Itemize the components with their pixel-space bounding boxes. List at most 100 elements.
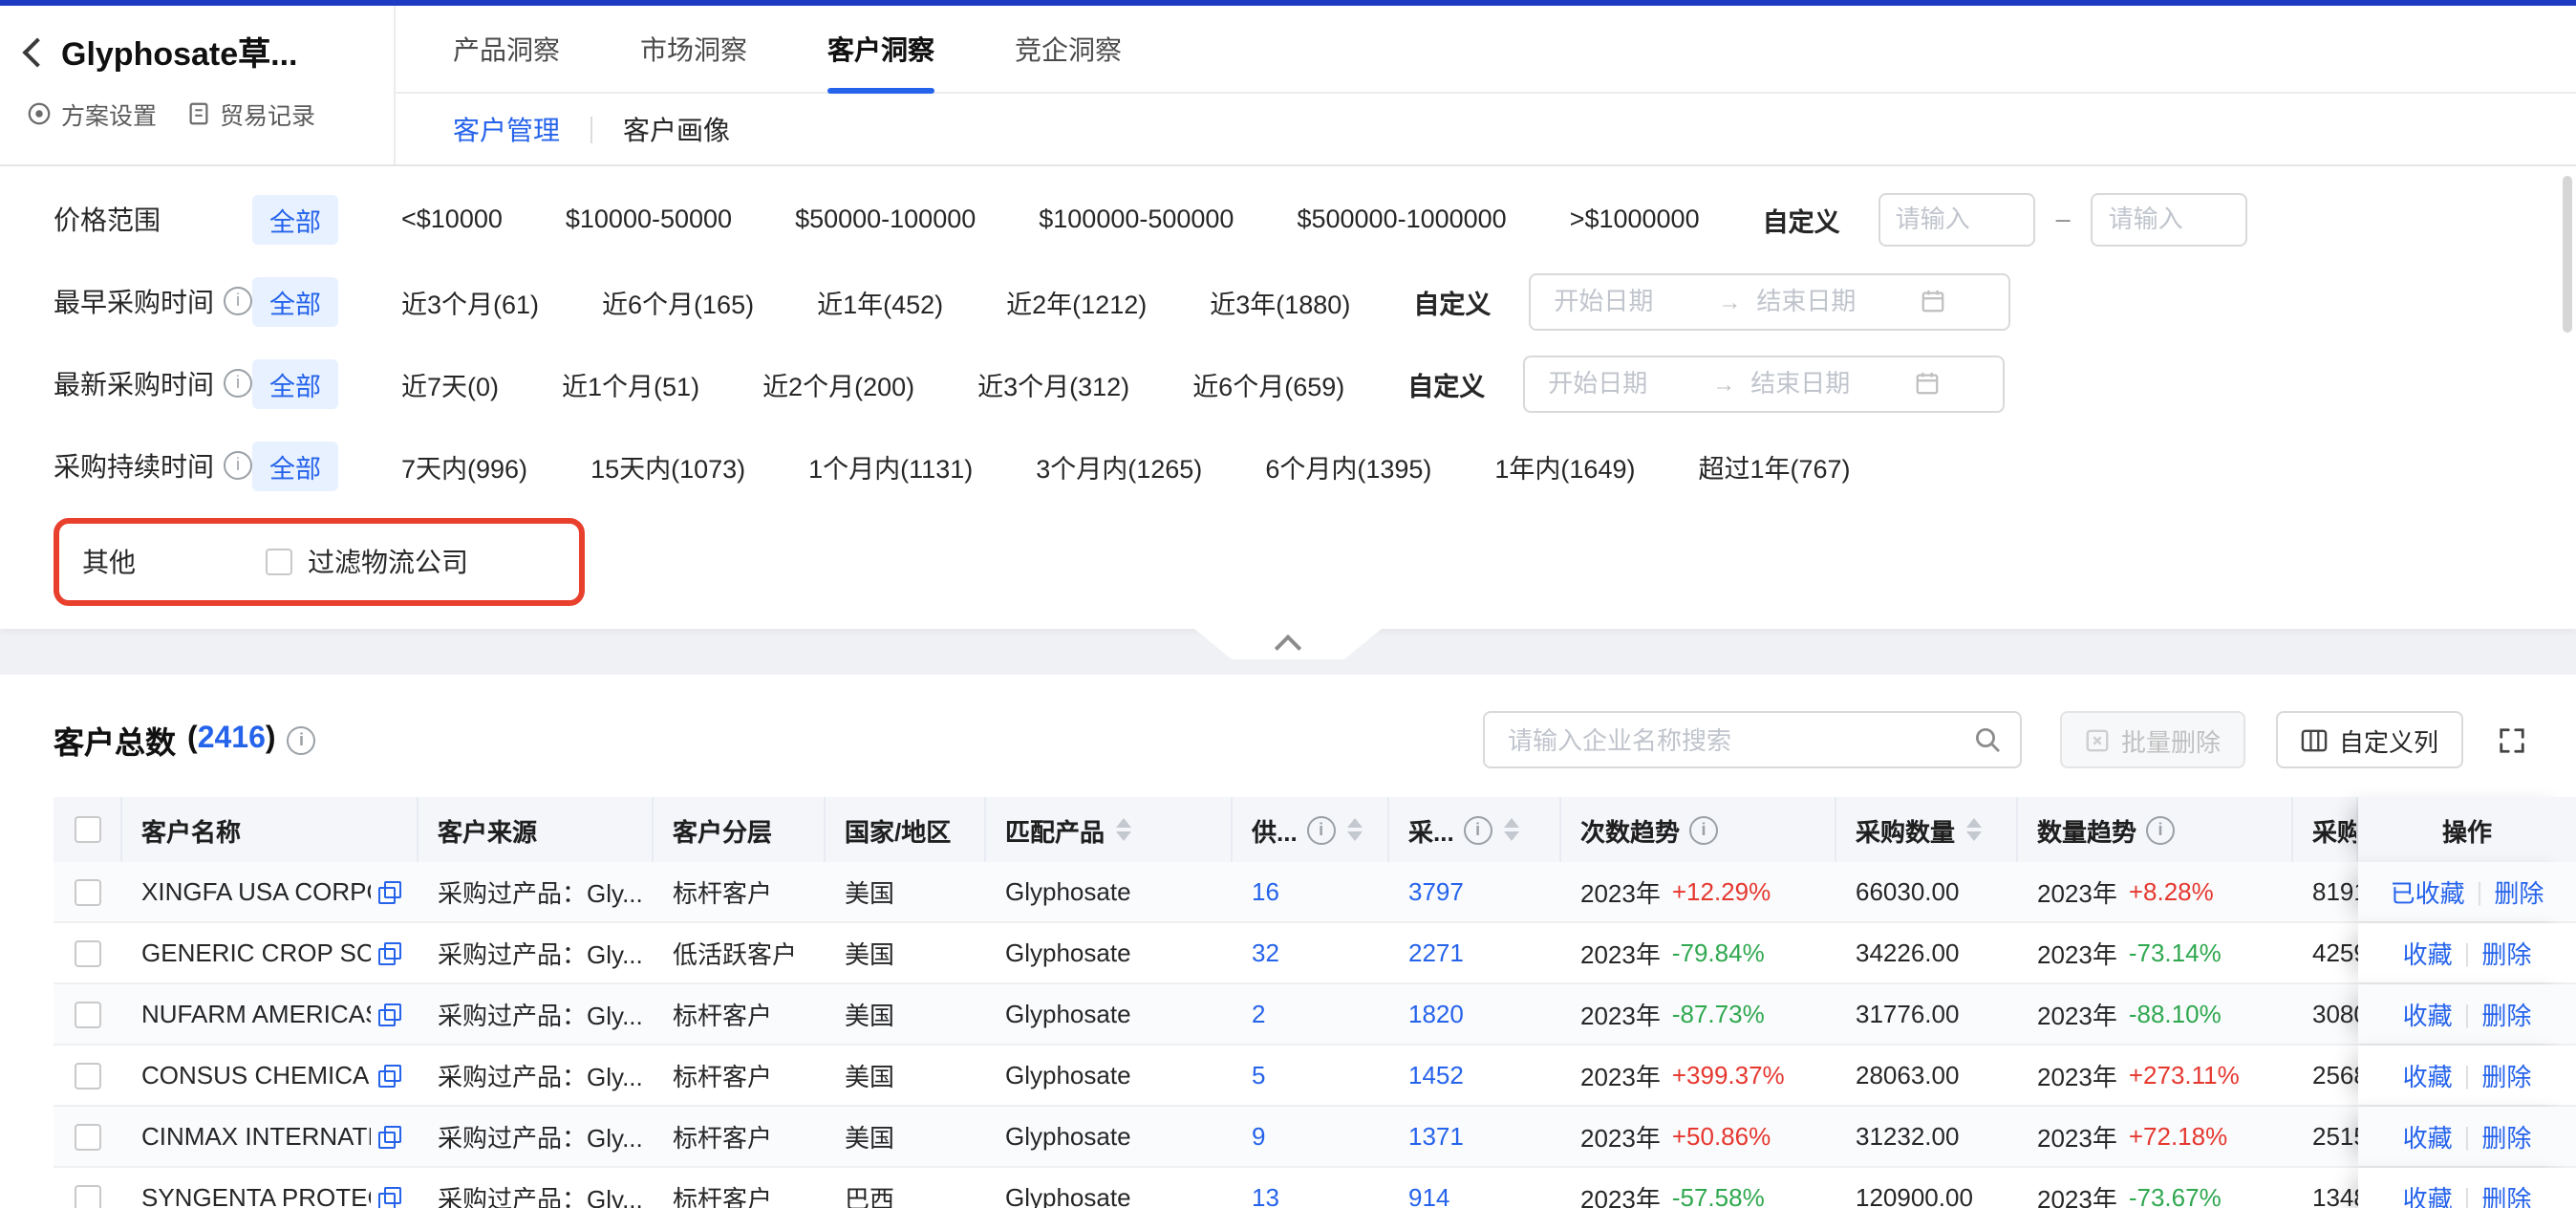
earliest-custom-label[interactable]: 自定义 xyxy=(1413,282,1491,320)
col-header-matched-product[interactable]: 匹配产品 xyxy=(986,797,1233,862)
delete-link[interactable]: 删除 xyxy=(2481,935,2531,971)
sort-icon[interactable] xyxy=(1966,818,1982,841)
sort-icon[interactable] xyxy=(1504,818,1519,841)
suppliers-count-link[interactable]: 32 xyxy=(1252,938,1279,967)
duration-option[interactable]: 15天内(1073) xyxy=(590,446,745,485)
earliest-option[interactable]: 近3个月(61) xyxy=(401,282,539,320)
latest-option[interactable]: 近6个月(659) xyxy=(1192,364,1344,402)
customer-name[interactable]: GENERIC CROP SCI xyxy=(141,938,371,967)
favorite-link[interactable]: 收藏 xyxy=(2403,935,2453,971)
info-icon[interactable] xyxy=(224,287,252,315)
latest-option[interactable]: 近1个月(51) xyxy=(562,364,699,402)
price-option[interactable]: <$10000 xyxy=(401,205,503,233)
earliest-option[interactable]: 近2年(1212) xyxy=(1006,282,1147,320)
info-icon[interactable] xyxy=(288,725,316,754)
suppliers-count-link[interactable]: 13 xyxy=(1252,1183,1279,1208)
customer-name[interactable]: CINMAX INTERNATIO xyxy=(141,1122,371,1151)
customer-name[interactable]: NUFARM AMERICAS, xyxy=(141,1000,371,1028)
duration-all-option[interactable]: 全部 xyxy=(252,441,338,490)
copy-icon[interactable] xyxy=(378,881,399,902)
purchases-count-link[interactable]: 1452 xyxy=(1408,1061,1464,1089)
duration-option[interactable]: 3个月内(1265) xyxy=(1036,446,1202,485)
info-icon[interactable] xyxy=(224,369,252,398)
search-icon[interactable] xyxy=(1974,726,2001,753)
subtab-customer-management[interactable]: 客户管理 xyxy=(453,110,560,148)
duration-option[interactable]: 7天内(996) xyxy=(401,446,527,485)
latest-option[interactable]: 近7天(0) xyxy=(401,364,499,402)
price-option[interactable]: $500000-1000000 xyxy=(1297,205,1506,233)
latest-start-date-input[interactable] xyxy=(1544,367,1701,399)
delete-link[interactable]: 删除 xyxy=(2481,996,2531,1032)
select-all-checkbox[interactable] xyxy=(74,816,100,843)
copy-icon[interactable] xyxy=(378,1126,399,1147)
tab-market-insight[interactable]: 市场洞察 xyxy=(640,6,747,92)
earliest-end-date-input[interactable] xyxy=(1752,285,1909,317)
purchases-count-link[interactable]: 3797 xyxy=(1408,877,1464,906)
price-custom-label[interactable]: 自定义 xyxy=(1763,200,1840,238)
purchases-count-link[interactable]: 1371 xyxy=(1408,1122,1464,1151)
latest-option[interactable]: 近2个月(200) xyxy=(762,364,914,402)
row-checkbox[interactable] xyxy=(75,1001,101,1027)
filter-logistics-checkbox[interactable] xyxy=(266,549,292,575)
purchases-count-link[interactable]: 1820 xyxy=(1408,1000,1464,1028)
earliest-option[interactable]: 近3年(1880) xyxy=(1210,282,1350,320)
vertical-scrollbar[interactable] xyxy=(2563,176,2572,333)
price-min-input[interactable] xyxy=(1878,192,2035,246)
earliest-start-date-input[interactable] xyxy=(1550,285,1707,317)
customer-name[interactable]: CONSUS CHEMICAL xyxy=(141,1061,371,1089)
price-option[interactable]: $50000-100000 xyxy=(795,205,976,233)
col-header-purchases[interactable]: 采... xyxy=(1389,797,1561,862)
earliest-all-option[interactable]: 全部 xyxy=(252,276,338,326)
sort-icon[interactable] xyxy=(1347,818,1363,841)
suppliers-count-link[interactable]: 5 xyxy=(1252,1061,1265,1089)
trade-records-button[interactable]: 贸易记录 xyxy=(187,96,315,132)
row-checkbox[interactable] xyxy=(75,1062,101,1089)
earliest-option[interactable]: 近6个月(165) xyxy=(602,282,754,320)
company-search-input[interactable] xyxy=(1504,723,1974,756)
info-icon[interactable] xyxy=(1307,815,1336,844)
price-option[interactable]: >$1000000 xyxy=(1570,205,1700,233)
copy-icon[interactable] xyxy=(378,1003,399,1025)
copy-icon[interactable] xyxy=(378,1187,399,1208)
tab-customer-insight[interactable]: 客户洞察 xyxy=(827,6,934,92)
latest-all-option[interactable]: 全部 xyxy=(252,358,338,408)
favorite-link[interactable]: 收藏 xyxy=(2403,1118,2453,1154)
info-icon[interactable] xyxy=(224,451,252,480)
suppliers-count-link[interactable]: 16 xyxy=(1252,877,1279,906)
latest-custom-label[interactable]: 自定义 xyxy=(1407,364,1485,402)
info-icon[interactable] xyxy=(1464,815,1492,844)
price-option[interactable]: $10000-50000 xyxy=(566,205,732,233)
delete-link[interactable]: 删除 xyxy=(2481,1179,2531,1208)
duration-option[interactable]: 1个月内(1131) xyxy=(808,446,973,485)
tab-product-insight[interactable]: 产品洞察 xyxy=(453,6,560,92)
batch-delete-button[interactable]: 批量删除 xyxy=(2060,711,2245,768)
earliest-date-range-picker[interactable]: → xyxy=(1529,272,2010,330)
sort-icon[interactable] xyxy=(1116,818,1131,841)
latest-end-date-input[interactable] xyxy=(1747,367,1903,399)
duration-option[interactable]: 1年内(1649) xyxy=(1494,446,1635,485)
favorite-link[interactable]: 收藏 xyxy=(2403,1179,2453,1208)
duration-option[interactable]: 超过1年(767) xyxy=(1699,446,1851,485)
row-checkbox[interactable] xyxy=(75,1184,101,1208)
price-max-input[interactable] xyxy=(2092,192,2248,246)
info-icon[interactable] xyxy=(1689,815,1718,844)
latest-date-range-picker[interactable]: → xyxy=(1523,355,2005,412)
suppliers-count-link[interactable]: 2 xyxy=(1252,1000,1265,1028)
scheme-settings-button[interactable]: 方案设置 xyxy=(27,96,157,132)
customer-name[interactable]: XINGFA USA CORPO xyxy=(141,877,371,906)
subtab-customer-profile[interactable]: 客户画像 xyxy=(623,110,730,148)
customer-name[interactable]: SYNGENTA PROTEC xyxy=(141,1183,371,1208)
copy-icon[interactable] xyxy=(378,942,399,963)
price-all-option[interactable]: 全部 xyxy=(252,194,338,244)
purchases-count-link[interactable]: 914 xyxy=(1408,1183,1449,1208)
purchases-count-link[interactable]: 2271 xyxy=(1408,938,1464,967)
delete-link[interactable]: 删除 xyxy=(2494,874,2544,910)
col-header-purchase-quantity[interactable]: 采购数量 xyxy=(1836,797,2018,862)
custom-columns-button[interactable]: 自定义列 xyxy=(2276,711,2463,768)
copy-icon[interactable] xyxy=(378,1065,399,1086)
price-option[interactable]: $100000-500000 xyxy=(1039,205,1234,233)
duration-option[interactable]: 6个月内(1395) xyxy=(1265,446,1431,485)
favorite-link[interactable]: 收藏 xyxy=(2403,996,2453,1032)
delete-link[interactable]: 删除 xyxy=(2481,1057,2531,1093)
col-header-suppliers[interactable]: 供... xyxy=(1233,797,1389,862)
